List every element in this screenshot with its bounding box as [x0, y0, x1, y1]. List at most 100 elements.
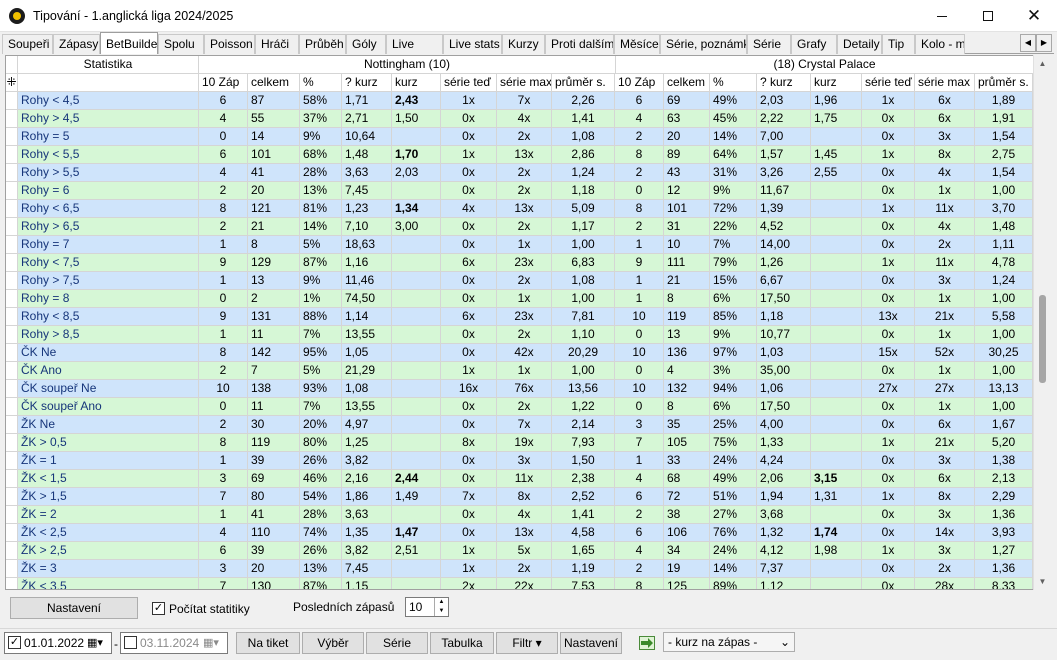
pocitat-statistiky-checkbox[interactable]: ✓ [152, 602, 165, 615]
team2-value-cell[interactable]: 9 [615, 254, 664, 272]
team2-value-cell[interactable]: 0x [862, 272, 915, 290]
team2-value-cell[interactable]: 3,15 [811, 470, 862, 488]
team2-value-cell[interactable]: 10 [615, 380, 664, 398]
team1-value-cell[interactable]: 2,14 [552, 416, 615, 434]
team1-value-cell[interactable]: 1% [300, 290, 342, 308]
calendar-icon[interactable]: ▦▾ [203, 636, 219, 649]
team2-value-cell[interactable]: 119 [664, 308, 710, 326]
tab-10[interactable]: Kurzy [502, 34, 545, 54]
team2-value-cell[interactable]: 1,96 [811, 92, 862, 110]
team2-value-cell[interactable]: 6x [915, 416, 975, 434]
team2-value-cell[interactable]: 76% [710, 524, 757, 542]
team1-value-cell[interactable]: 9% [300, 128, 342, 146]
team1-value-cell[interactable]: 1x [497, 290, 552, 308]
team2-value-cell[interactable]: 0x [862, 398, 915, 416]
serie-button[interactable]: Série [366, 632, 428, 654]
team1-value-cell[interactable]: 5,09 [552, 200, 615, 218]
team1-value-cell[interactable]: 11 [248, 398, 300, 416]
team1-value-cell[interactable]: 2,26 [552, 92, 615, 110]
team2-value-cell[interactable]: 4 [615, 542, 664, 560]
team2-value-cell[interactable]: 10,77 [757, 326, 811, 344]
stat-name-cell[interactable]: Rohy = 5 [18, 128, 199, 146]
stat-name-cell[interactable]: Rohy < 5,5 [18, 146, 199, 164]
team1-value-cell[interactable]: 1,71 [342, 92, 392, 110]
team1-value-cell[interactable]: 9 [199, 308, 248, 326]
team2-value-cell[interactable]: 0 [615, 362, 664, 380]
team2-value-cell[interactable]: 1,54 [975, 164, 1033, 182]
column-header-team1-1[interactable]: celkem [248, 74, 300, 92]
team2-value-cell[interactable]: 1,03 [757, 344, 811, 362]
row-indicator[interactable] [6, 344, 18, 362]
column-header-team1-6[interactable]: série max [497, 74, 552, 92]
team2-value-cell[interactable]: 8 [664, 290, 710, 308]
team1-value-cell[interactable]: 20,29 [552, 344, 615, 362]
team2-value-cell[interactable]: 21x [915, 434, 975, 452]
tab-15[interactable]: Grafy [791, 34, 837, 54]
team1-value-cell[interactable]: 1,41 [552, 506, 615, 524]
team1-value-cell[interactable]: 39 [248, 542, 300, 560]
team2-value-cell[interactable]: 4,52 [757, 218, 811, 236]
team2-value-cell[interactable]: 6,67 [757, 272, 811, 290]
team1-value-cell[interactable]: 2,44 [392, 470, 441, 488]
row-indicator[interactable] [6, 200, 18, 218]
row-indicator[interactable] [6, 110, 18, 128]
team2-value-cell[interactable]: 1,00 [975, 326, 1033, 344]
team1-value-cell[interactable]: 7x [497, 416, 552, 434]
team1-value-cell[interactable]: 3x [497, 452, 552, 470]
row-indicator[interactable] [6, 164, 18, 182]
stat-name-cell[interactable]: Rohy < 8,5 [18, 308, 199, 326]
team2-value-cell[interactable]: 1 [615, 290, 664, 308]
stat-name-cell[interactable]: Rohy > 8,5 [18, 326, 199, 344]
team1-value-cell[interactable]: 2x [497, 272, 552, 290]
team2-value-cell[interactable]: 0x [862, 110, 915, 128]
team2-value-cell[interactable]: 0x [862, 560, 915, 578]
team1-value-cell[interactable]: 1x [441, 542, 497, 560]
row-indicator[interactable] [6, 542, 18, 560]
date-to-picker[interactable]: 03.11.2024 ▦▾ [120, 632, 228, 654]
team2-value-cell[interactable]: 3,93 [975, 524, 1033, 542]
table-row[interactable]: Rohy = 7 1 8 5% 18,63 0x 1x 1,00 1 10 7% 14,00 0x 2x 1… [6, 236, 1034, 254]
team2-value-cell[interactable]: 14,00 [757, 236, 811, 254]
team1-value-cell[interactable]: 87% [300, 254, 342, 272]
team1-value-cell[interactable]: 2,03 [392, 164, 441, 182]
maximize-button[interactable] [965, 0, 1011, 32]
team2-value-cell[interactable]: 6 [615, 488, 664, 506]
team1-value-cell[interactable]: 3,00 [392, 218, 441, 236]
team1-value-cell[interactable]: 2x [497, 560, 552, 578]
row-indicator[interactable] [6, 254, 18, 272]
team2-value-cell[interactable]: 72% [710, 200, 757, 218]
table-row[interactable]: Rohy < 6,5 8 121 81% 1,23 1,34 4x 13x 5,09 8 101 72… [6, 200, 1034, 218]
row-indicator[interactable] [6, 218, 18, 236]
team1-value-cell[interactable]: 6,83 [552, 254, 615, 272]
stat-name-cell[interactable]: Rohy < 7,5 [18, 254, 199, 272]
column-header-statistika[interactable]: Statistika [18, 56, 199, 74]
tab-11[interactable]: Proti dalším [545, 34, 614, 54]
team1-value-cell[interactable]: 1x [441, 560, 497, 578]
team2-value-cell[interactable]: 7,37 [757, 560, 811, 578]
table-row[interactable]: Rohy < 7,5 9 129 87% 1,16 6x 23x 6,83 9 111 79% 1,2… [6, 254, 1034, 272]
row-indicator[interactable] [6, 308, 18, 326]
team2-value-cell[interactable]: 5,58 [975, 308, 1033, 326]
team2-value-cell[interactable]: 1,48 [975, 218, 1033, 236]
team2-value-cell[interactable]: 14x [915, 524, 975, 542]
team2-value-cell[interactable]: 1,91 [975, 110, 1033, 128]
team2-value-cell[interactable]: 1,74 [811, 524, 862, 542]
team2-value-cell[interactable]: 1,11 [975, 236, 1033, 254]
calendar-icon[interactable]: ▦▾ [87, 636, 103, 649]
team1-value-cell[interactable]: 23x [497, 308, 552, 326]
team1-value-cell[interactable]: 0 [199, 290, 248, 308]
team1-value-cell[interactable]: 7 [199, 578, 248, 589]
team2-value-cell[interactable]: 0 [615, 326, 664, 344]
team1-value-cell[interactable]: 0x [441, 344, 497, 362]
team2-value-cell[interactable] [811, 290, 862, 308]
vyber-button[interactable]: Výběr [302, 632, 364, 654]
team2-value-cell[interactable]: 1,06 [757, 380, 811, 398]
team2-value-cell[interactable]: 132 [664, 380, 710, 398]
table-row[interactable]: Rohy < 4,5 6 87 58% 1,71 2,43 1x 7x 2,26 6 69 49% 2,… [6, 92, 1034, 110]
team1-value-cell[interactable]: 6 [199, 146, 248, 164]
team2-value-cell[interactable]: 25% [710, 416, 757, 434]
team2-value-cell[interactable]: 3,68 [757, 506, 811, 524]
team2-value-cell[interactable]: 35,00 [757, 362, 811, 380]
tab-18[interactable]: Kolo - m [915, 34, 965, 54]
team1-value-cell[interactable] [392, 272, 441, 290]
